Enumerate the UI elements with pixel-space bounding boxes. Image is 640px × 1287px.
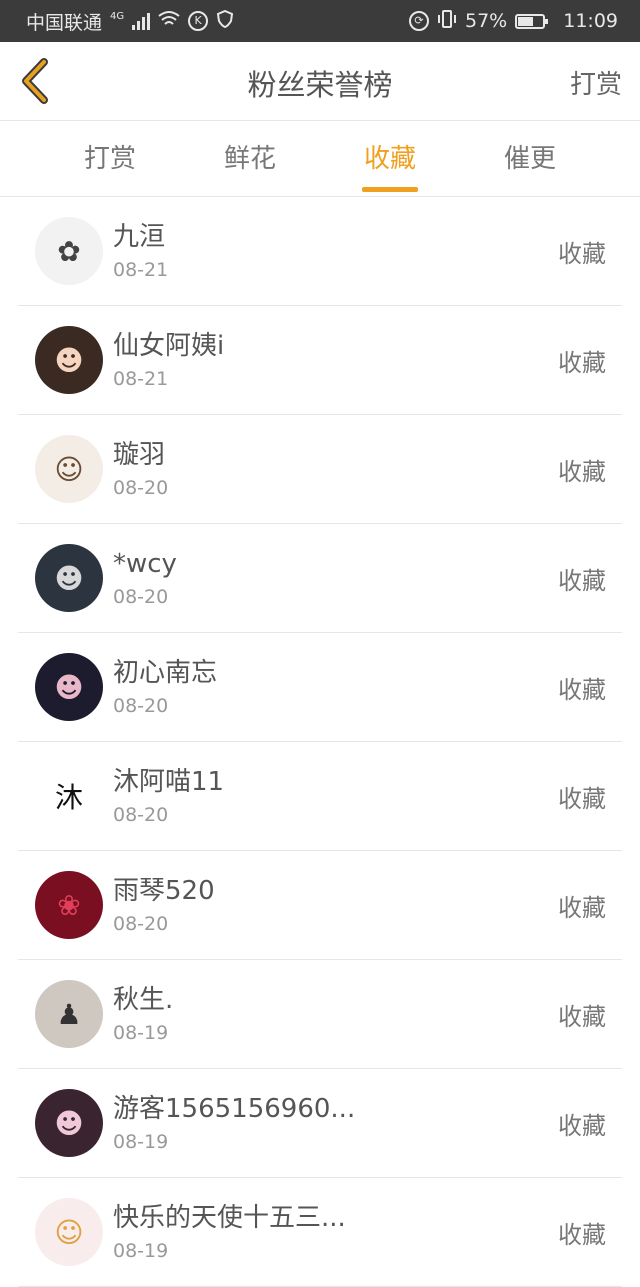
wifi-icon [158,10,180,33]
fan-action-type: 收藏 [558,1220,606,1249]
fan-name: 九洹 [113,222,166,252]
fan-date: 08-20 [113,695,169,717]
fan-action-type: 收藏 [558,784,606,813]
k-app-icon: K [188,11,209,31]
avatar[interactable]: ♟ [35,980,103,1048]
tab-flowers[interactable]: 鲜花 [180,121,320,196]
vibrate-icon [437,9,457,33]
network-type: 4G [110,10,125,22]
avatar[interactable]: ☻ [35,1089,103,1157]
fan-name: 快乐的天使十五三... [113,1203,346,1233]
fan-name: 初心南忘 [113,658,218,688]
battery-icon [515,13,549,29]
fan-date: 08-21 [113,259,169,281]
fan-date: 08-20 [113,913,169,935]
list-item[interactable]: ♟ 秋生. 08-19 收藏 [18,960,622,1069]
avatar[interactable]: ☻ [35,544,103,612]
list-item[interactable]: ☺ 璇羽 08-20 收藏 [18,415,622,524]
status-right: ⟳ 57% 11:09 [409,9,618,33]
avatar[interactable]: ☻ [35,653,103,721]
avatar[interactable]: ☻ [35,326,103,394]
fan-list: ✿ 九洹 08-21 收藏 ☻ 仙女阿姨i 08-21 收藏 ☺ 璇羽 08-20 收… [18,197,622,1287]
fan-action-type: 收藏 [558,1111,606,1140]
status-bar: 中国联通 4G K ⟳ 57% 11:09 [0,0,640,42]
fan-name: 雨琴520 [113,876,215,906]
tab-urge[interactable]: 催更 [460,121,600,196]
fan-date: 08-20 [113,586,169,608]
fan-name: *wcy [113,549,177,579]
fan-name: 游客1565156960... [113,1094,356,1124]
fan-action-type: 收藏 [558,675,606,704]
fan-name: 秋生. [113,985,174,1015]
sync-icon: ⟳ [409,11,429,31]
tab-favorites[interactable]: 收藏 [320,121,460,196]
list-item[interactable]: ☺ 快乐的天使十五三... 08-19 收藏 [18,1178,622,1287]
list-item[interactable]: ✿ 九洹 08-21 收藏 [18,197,622,306]
app-header: 粉丝荣誉榜 打赏 [0,42,640,121]
avatar[interactable]: ❀ [35,871,103,939]
chevron-left-icon [22,58,48,104]
avatar[interactable]: 沐 [35,762,103,830]
page-title: 粉丝荣誉榜 [247,68,393,102]
carrier-name: 中国联通 [26,11,103,34]
fan-date: 08-19 [113,1022,169,1044]
status-left: 中国联通 4G K [26,8,234,35]
list-item[interactable]: ❀ 雨琴520 08-20 收藏 [18,851,622,960]
shield-icon [216,9,234,33]
list-item[interactable]: 沐 沐阿喵11 08-20 收藏 [18,742,622,851]
fan-action-type: 收藏 [558,239,606,268]
list-item[interactable]: ☻ 游客1565156960... 08-19 收藏 [18,1069,622,1178]
tab-bar: 打赏 鲜花 收藏 催更 [0,121,640,197]
fan-date: 08-21 [113,368,169,390]
fan-action-type: 收藏 [558,457,606,486]
fan-name: 沐阿喵11 [113,767,225,797]
avatar[interactable]: ☺ [35,1198,103,1266]
fan-date: 08-20 [113,477,169,499]
clock: 11:09 [563,10,618,32]
fan-action-type: 收藏 [558,1002,606,1031]
fan-name: 璇羽 [113,440,166,470]
back-button[interactable] [16,56,56,106]
fan-action-type: 收藏 [558,348,606,377]
fan-date: 08-19 [113,1131,169,1153]
avatar[interactable]: ☺ [35,435,103,503]
signal-icon [132,12,151,30]
list-item[interactable]: ☻ 初心南忘 08-20 收藏 [18,633,622,742]
fan-name: 仙女阿姨i [113,331,225,361]
fan-date: 08-20 [113,804,169,826]
fan-action-type: 收藏 [558,566,606,595]
list-item[interactable]: ☻ 仙女阿姨i 08-21 收藏 [18,306,622,415]
list-item[interactable]: ☻ *wcy 08-20 收藏 [18,524,622,633]
fan-action-type: 收藏 [558,893,606,922]
fan-date: 08-19 [113,1240,169,1262]
battery-percent: 57% [465,10,508,32]
tab-reward[interactable]: 打赏 [40,121,180,196]
avatar[interactable]: ✿ [35,217,103,285]
reward-button[interactable]: 打赏 [570,64,622,101]
